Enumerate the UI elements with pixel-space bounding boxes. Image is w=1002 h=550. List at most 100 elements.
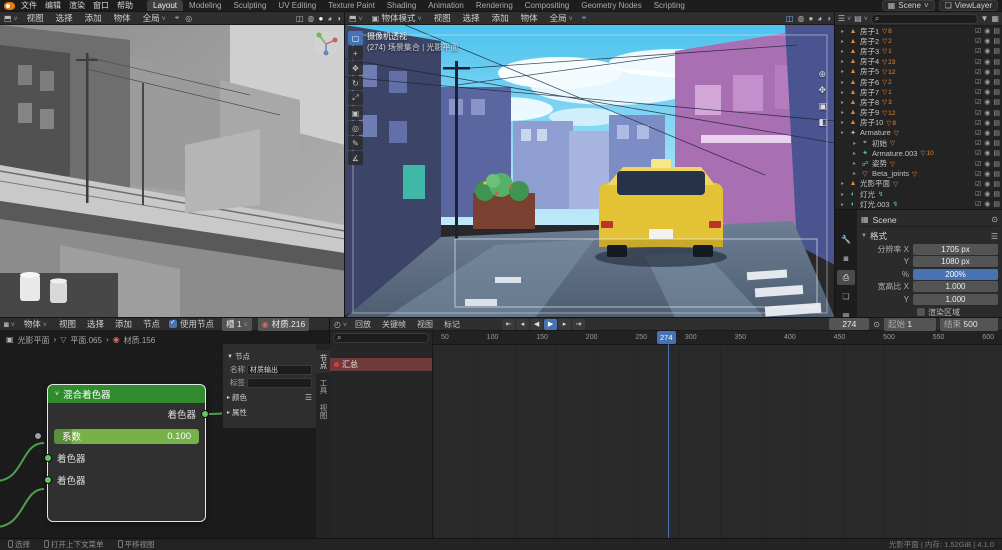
workspace-tab[interactable]: Geometry Nodes [575,0,647,11]
eye-icon[interactable]: ◉ [984,27,990,35]
zoom-icon[interactable]: ⊕ [818,69,827,80]
transport-button[interactable]: ⇤ [502,319,515,330]
output-socket[interactable] [201,410,209,418]
camera-visibility-icon[interactable]: ▤ [993,58,1000,66]
visibility-toggles[interactable]: ☑ ◉ ▤ [975,27,1000,35]
node-label-field[interactable] [247,378,312,388]
shader-menu-item[interactable]: 视图 [56,318,79,330]
expand-arrow-icon[interactable]: ▸ [841,129,846,136]
editor-type-icon[interactable]: ◙ [4,320,15,329]
checkbox-icon[interactable]: ☑ [975,88,981,96]
outliner-row[interactable]: ▸ 房子2 2 ☑ ◉ ▤ [835,36,1002,46]
timeline-tracks[interactable] [433,345,1002,538]
workspace-tab[interactable]: Shading [381,0,422,11]
node-name-field[interactable]: 材质输出 [247,365,312,375]
camera-visibility-icon[interactable]: ▤ [993,78,1000,86]
timeline-ruler[interactable]: 50100150200250300350400450500550600 [433,331,1002,345]
eye-icon[interactable]: ◉ [984,68,990,76]
tool-button[interactable]: ✥ [348,61,363,75]
checkbox-icon[interactable]: ☑ [975,170,981,178]
eye-icon[interactable]: ◉ [984,37,990,45]
toggle-persp-icon[interactable]: ◧ [818,117,827,128]
timeline-menu-item[interactable]: 回放 [352,319,374,330]
eye-icon[interactable]: ◉ [984,119,990,127]
transport-button[interactable]: ◂ [516,319,529,330]
expand-arrow-icon[interactable]: ▸ [841,58,846,65]
shader-menu-item[interactable]: 节点 [140,318,163,330]
new-collection-icon[interactable]: ▦ [991,14,999,23]
viewport-menu-item[interactable]: 视图 [24,12,47,24]
tool-button[interactable]: ↻ [348,76,363,90]
topbar-menu-item[interactable]: 窗口 [89,0,113,11]
res-y-field[interactable]: 1080 px [913,256,998,267]
viewport-menu-item[interactable]: 添加 [489,12,512,24]
camera-visibility-icon[interactable]: ▤ [993,149,1000,157]
outliner-row[interactable]: ▸ 房子8 3 ☑ ◉ ▤ [835,97,1002,107]
camera-visibility-icon[interactable]: ▤ [993,180,1000,188]
expand-arrow-icon[interactable]: ▸ [841,201,846,208]
shading-solid-icon[interactable]: ● [808,14,813,23]
input-socket-2[interactable] [44,476,52,484]
input-socket-1[interactable] [44,454,52,462]
visibility-toggles[interactable]: ☑ ◉ ▤ [975,119,1000,127]
timeline-menu-item[interactable]: 标记 [441,319,463,330]
eye-icon[interactable]: ◉ [984,109,990,117]
overlays-icon[interactable]: ◫ [786,14,794,23]
sidebar-tab[interactable]: 节点 [316,350,330,373]
outliner-row[interactable]: ▸ 房子6 2 ☑ ◉ ▤ [835,77,1002,87]
camera-visibility-icon[interactable]: ▤ [993,98,1000,106]
snap-icon[interactable]: ⌖ [175,13,180,23]
expand-arrow-icon[interactable]: ▸ [841,89,846,96]
visibility-toggles[interactable]: ☑ ◉ ▤ [975,200,1000,208]
shading-wireframe-icon[interactable]: ◍ [307,14,314,23]
sidebar-tab[interactable]: 工具 [316,375,330,398]
expand-arrow-icon[interactable]: ▸ [841,38,846,45]
visibility-toggles[interactable]: ☑ ◉ ▤ [975,68,1000,76]
checkbox-icon[interactable]: ☑ [975,109,981,117]
sidebar-tab[interactable]: 视图 [316,400,330,423]
outliner-row[interactable]: ▸ Armature.003 10 ☑ ◉ ▤ [835,148,1002,158]
expand-arrow-icon[interactable]: ▸ [841,48,846,55]
checkbox-icon[interactable]: ☑ [975,190,981,198]
tool-button[interactable]: ∡ [348,151,363,165]
display-mode-icon[interactable]: ▤ [854,14,868,23]
outliner-row[interactable]: ▸ 姿势 ☑ ◉ ▤ [835,158,1002,168]
editor-type-icon[interactable]: ⬒ [349,14,363,23]
checkbox-icon[interactable]: ☑ [975,98,981,106]
res-pct-field[interactable]: 200% [913,269,998,280]
expand-arrow-icon[interactable]: ▸ [841,68,846,75]
view-layer-selector[interactable]: ❏ViewLayer [939,0,998,11]
render-region-checkbox[interactable] [917,308,925,316]
expand-arrow-icon[interactable]: ▸ [841,28,846,35]
pin-icon[interactable]: ⊙ [991,215,998,224]
checkbox-icon[interactable]: ☑ [975,129,981,137]
camera-visibility-icon[interactable]: ▤ [993,160,1000,168]
visibility-toggles[interactable]: ☑ ◉ ▤ [975,37,1000,45]
expand-arrow-icon[interactable]: ▸ [853,150,858,157]
expand-arrow-icon[interactable]: ▸ [841,119,846,126]
scene-selector[interactable]: ▦Scene˅ [882,0,935,11]
shader-node-canvas[interactable]: ▣光影平面 ›▽平面.065 ›◉材质.156 ˅混合着色器 着色器 系数0.1… [0,331,330,538]
visibility-toggles[interactable]: ☑ ◉ ▤ [975,47,1000,55]
outliner-row[interactable]: ▸ 光影平面 ☑ ◉ ▤ [835,179,1002,189]
checkbox-icon[interactable]: ☑ [975,139,981,147]
outliner-row[interactable]: ▸ 房子1 8 ☑ ◉ ▤ [835,26,1002,36]
shading-solid-icon[interactable]: ● [318,14,323,23]
visibility-toggles[interactable]: ☑ ◉ ▤ [975,109,1000,117]
transport-button[interactable]: ▸ [558,319,571,330]
visibility-toggles[interactable]: ☑ ◉ ▤ [975,88,1000,96]
transport-button[interactable]: ⇥ [572,319,585,330]
aspect-y-field[interactable]: 1.000 [913,294,998,305]
shading-rendered-icon[interactable]: ◑ [826,14,831,23]
tab-view-layer[interactable]: ❏ [837,289,855,304]
outliner-row[interactable]: ▸ Beta_joints ☑ ◉ ▤ [835,169,1002,179]
viewport-camera-canvas[interactable]: 摄像机透视 (274) 场景集合 | 光影平面 ▢+✥↻⤢▣◎✎∡ [345,25,835,318]
outliner-row[interactable]: ▸ Armature ☑ ◉ ▤ [835,128,1002,138]
expand-arrow-icon[interactable]: ▸ [841,99,846,106]
outliner-row[interactable]: ▸ 灯光 ☑ ◉ ▤ [835,189,1002,199]
playhead[interactable]: 274 [668,331,669,538]
visibility-toggles[interactable]: ☑ ◉ ▤ [975,160,1000,168]
visibility-toggles[interactable]: ☑ ◉ ▤ [975,58,1000,66]
workspace-tab[interactable]: Modeling [183,0,227,11]
tool-button[interactable]: ▣ [348,106,363,120]
